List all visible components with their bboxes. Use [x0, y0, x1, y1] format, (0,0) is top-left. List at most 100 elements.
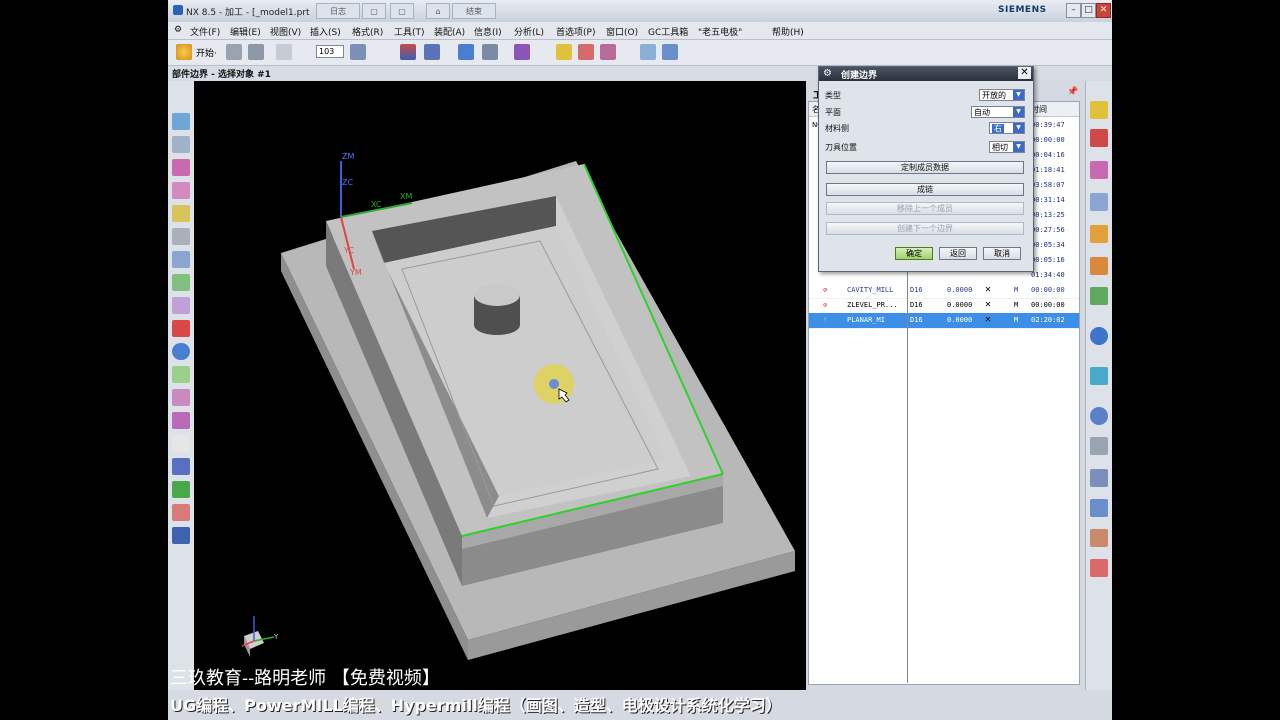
quick-home-button[interactable]: ⌂: [426, 3, 450, 19]
status-error-icon: ⊘: [823, 286, 828, 294]
op-time: 00:00:00: [1031, 136, 1065, 144]
chevron-down-icon: ▼: [1013, 90, 1024, 100]
web-browser-icon[interactable]: [1090, 327, 1108, 345]
zoom-fit-icon[interactable]: [662, 44, 678, 60]
constraint-nav-icon[interactable]: [1090, 129, 1108, 147]
cancel-button[interactable]: 取消: [983, 247, 1021, 260]
generate-icon[interactable]: [172, 320, 190, 337]
visualization-icon[interactable]: [1090, 499, 1108, 517]
op-geom: M: [1014, 286, 1019, 294]
path-icon[interactable]: [172, 366, 190, 383]
calculator-icon[interactable]: [640, 44, 656, 60]
tool-position-select[interactable]: 相切 ▼: [989, 141, 1025, 153]
assembly-nav-icon[interactable]: [1090, 101, 1108, 119]
clamp-icon[interactable]: [556, 44, 572, 60]
layer-icon[interactable]: [350, 44, 366, 60]
cylinder-icon[interactable]: [172, 136, 190, 153]
post-icon[interactable]: [172, 481, 190, 498]
toolpath-icon[interactable]: [172, 251, 190, 268]
measure-icon[interactable]: [578, 44, 594, 60]
simulate-icon[interactable]: [172, 297, 190, 314]
material-side-select[interactable]: 右 ▼: [989, 122, 1025, 134]
dialog-close-button[interactable]: ✕: [1018, 67, 1031, 79]
pin-icon[interactable]: 📌: [1067, 87, 1078, 97]
op-time: 00:13:25: [1031, 211, 1065, 219]
cut-icon[interactable]: [172, 412, 190, 429]
tool-position-value: 相切: [992, 143, 1008, 152]
quick-log-button[interactable]: 日志: [316, 3, 360, 19]
open-icon[interactable]: [226, 44, 242, 60]
graphics-window[interactable]: ZM ZC XM XC YC YM Y: [194, 81, 806, 690]
machine-nav-icon[interactable]: [1090, 257, 1108, 275]
start-menu-button[interactable]: 开始·: [196, 46, 217, 59]
undo-icon[interactable]: [276, 44, 292, 60]
menu-edit[interactable]: 编辑(E): [230, 25, 261, 38]
gear-icon[interactable]: ⚙: [823, 68, 832, 79]
quick-layout-button[interactable]: ▢: [390, 3, 414, 19]
face-icon[interactable]: [172, 159, 190, 176]
transparency-icon[interactable]: [458, 44, 474, 60]
menu-gc-toolbox[interactable]: GC工具箱: [648, 25, 688, 38]
palette-icon[interactable]: [1090, 437, 1108, 455]
menu-analysis[interactable]: 分析(L): [514, 25, 544, 38]
menu-assembly[interactable]: 装配(A): [434, 25, 465, 38]
table-row[interactable]: ⊘ CAVITY_MILL D16 0.0000 ✕ M 00:00:00: [809, 283, 1079, 299]
menu-format[interactable]: 格式(R): [352, 25, 383, 38]
operation-nav-icon[interactable]: [1090, 225, 1108, 243]
surface-icon[interactable]: [172, 182, 190, 199]
menu-help[interactable]: 帮助(H): [772, 25, 804, 38]
back-button[interactable]: 返回: [939, 247, 977, 260]
save-icon[interactable]: [248, 44, 264, 60]
component-icon[interactable]: [424, 44, 440, 60]
menu-preferences[interactable]: 首选项(P): [556, 25, 595, 38]
clock-icon[interactable]: [1090, 407, 1108, 425]
edge-icon[interactable]: [172, 205, 190, 222]
op-time: 01:18:41: [1031, 166, 1065, 174]
block-icon[interactable]: [172, 113, 190, 130]
part-icon[interactable]: [514, 44, 530, 60]
shop-doc-icon[interactable]: [172, 504, 190, 521]
menu-window[interactable]: 窗口(O): [606, 25, 638, 38]
ok-button[interactable]: 确定: [895, 247, 933, 260]
text-icon[interactable]: [482, 44, 498, 60]
sheet-icon[interactable]: [172, 228, 190, 245]
reuse-library-icon[interactable]: [1090, 193, 1108, 211]
menu-insert[interactable]: 插入(S): [310, 25, 341, 38]
chain-button[interactable]: 成链: [826, 183, 1024, 196]
part-nav-icon[interactable]: [1090, 161, 1108, 179]
menu-info[interactable]: 信息(I): [474, 25, 502, 38]
filter-icon[interactable]: [600, 44, 616, 60]
window-title: NX 8.5 - 加工 - [_model1.prt: [186, 8, 310, 18]
info-icon[interactable]: [172, 343, 190, 360]
maximize-button[interactable]: □: [1081, 3, 1096, 18]
assembly-icon[interactable]: [400, 44, 416, 60]
remove-last-member-button[interactable]: 移除上一个成员: [826, 202, 1024, 215]
create-next-boundary-button[interactable]: 创建下一个边界: [826, 222, 1024, 235]
menu-view[interactable]: 视图(V): [270, 25, 301, 38]
people-icon[interactable]: [1090, 529, 1108, 547]
minimize-button[interactable]: –: [1066, 3, 1081, 18]
report-icon[interactable]: [1090, 559, 1108, 577]
table-row[interactable]: ⊘ ZLEVEL_PR... D16 0.0000 ✕ M 00:00:00: [809, 298, 1079, 314]
menu-file[interactable]: 文件(F): [190, 25, 220, 38]
nc-output-icon[interactable]: [172, 527, 190, 544]
menu-tools[interactable]: 工具(T): [394, 25, 425, 38]
custom-member-data-button[interactable]: 定制成员数据: [826, 161, 1024, 174]
history-icon[interactable]: [1090, 367, 1108, 385]
close-button[interactable]: ✕: [1096, 3, 1111, 18]
verify-icon[interactable]: [172, 274, 190, 291]
quick-window-button[interactable]: ▢: [362, 3, 386, 19]
machine-icon[interactable]: [172, 458, 190, 475]
type-select[interactable]: 开放的 ▼: [979, 89, 1025, 101]
roles-icon[interactable]: [1090, 287, 1108, 305]
quick-end-button[interactable]: 结束: [452, 3, 496, 19]
menu-laowu-electrode[interactable]: "老五电极": [698, 25, 742, 38]
drive-icon[interactable]: [172, 389, 190, 406]
blank-icon[interactable]: [172, 435, 190, 452]
start-icon[interactable]: [176, 44, 192, 60]
layout-icon: ▢: [398, 7, 406, 16]
plane-select[interactable]: 自动 ▼: [971, 106, 1025, 118]
zoom-combo[interactable]: 103: [316, 45, 344, 58]
table-row[interactable]: ! PLANAR_MI D16 0.0000 ✕ M 02:20:02: [809, 313, 1079, 329]
system-materials-icon[interactable]: [1090, 469, 1108, 487]
